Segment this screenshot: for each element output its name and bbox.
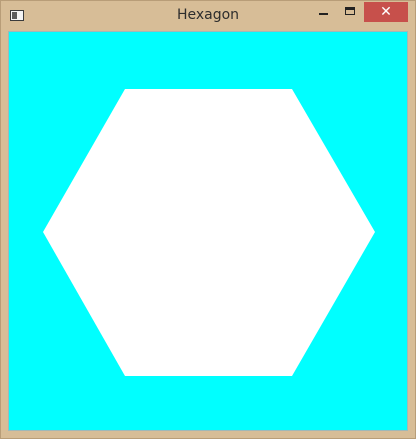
close-icon: ✕ — [380, 4, 392, 20]
maximize-icon — [345, 7, 355, 15]
maximize-button[interactable] — [337, 2, 363, 22]
close-button[interactable]: ✕ — [364, 2, 408, 22]
hexagon-shape — [43, 89, 375, 376]
hexagon-drawing — [43, 89, 375, 376]
minimize-icon — [319, 13, 328, 15]
minimize-button[interactable] — [310, 2, 336, 22]
app-window: Hexagon ✕ — [0, 0, 416, 439]
drawing-canvas — [8, 31, 408, 431]
title-bar[interactable]: Hexagon ✕ — [1, 1, 415, 31]
